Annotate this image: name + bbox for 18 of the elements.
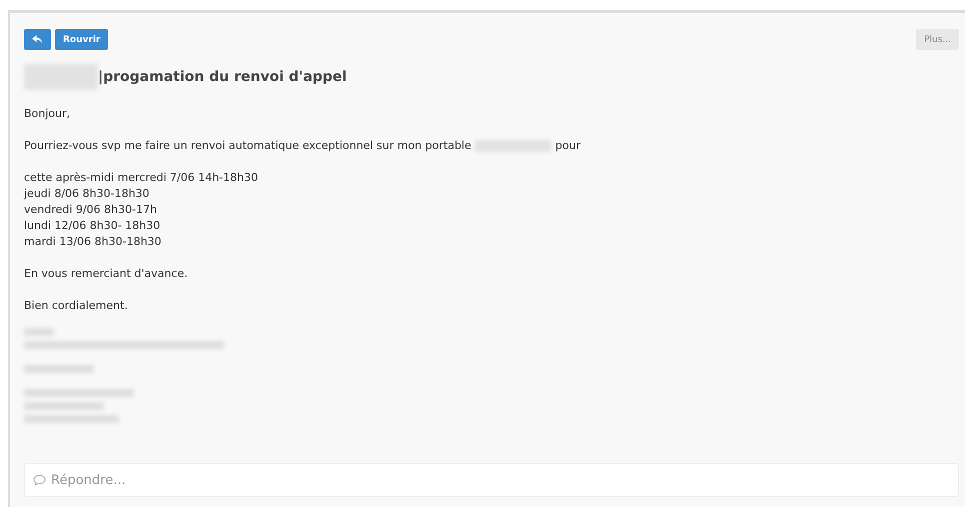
schedule-line: mardi 13/06 8h30-18h30 [24,234,162,250]
body-text: pour [555,138,580,154]
more-button[interactable]: Plus... [916,29,959,50]
blurred-redaction [24,365,94,373]
body-text: Bien cordialement. [24,298,129,314]
schedule-line: lundi 12/06 8h30- 18h30 [24,218,162,234]
schedule-line: vendredi 9/06 8h30-17h [24,202,158,218]
reply-field[interactable]: Répondre... [24,463,959,497]
reply-button[interactable] [24,29,51,50]
email-subject: |progamation du renvoi d'appel [98,69,347,85]
schedule-line: jeudi 8/06 8h30-18h30 [24,186,150,202]
blurred-redaction [24,328,54,336]
body-text: En vous remerciant d'avance. [24,266,189,282]
reply-arrow-icon [32,35,43,44]
reopen-button[interactable]: Rouvrir [55,29,108,50]
schedule-line: cette après-midi mercredi 7/06 14h-18h30 [24,170,259,186]
body-text: Bonjour, [24,106,72,122]
body-text: Pourriez-vous svp me faire un renvoi automatique exceptionnel sur mon portable [24,138,472,154]
